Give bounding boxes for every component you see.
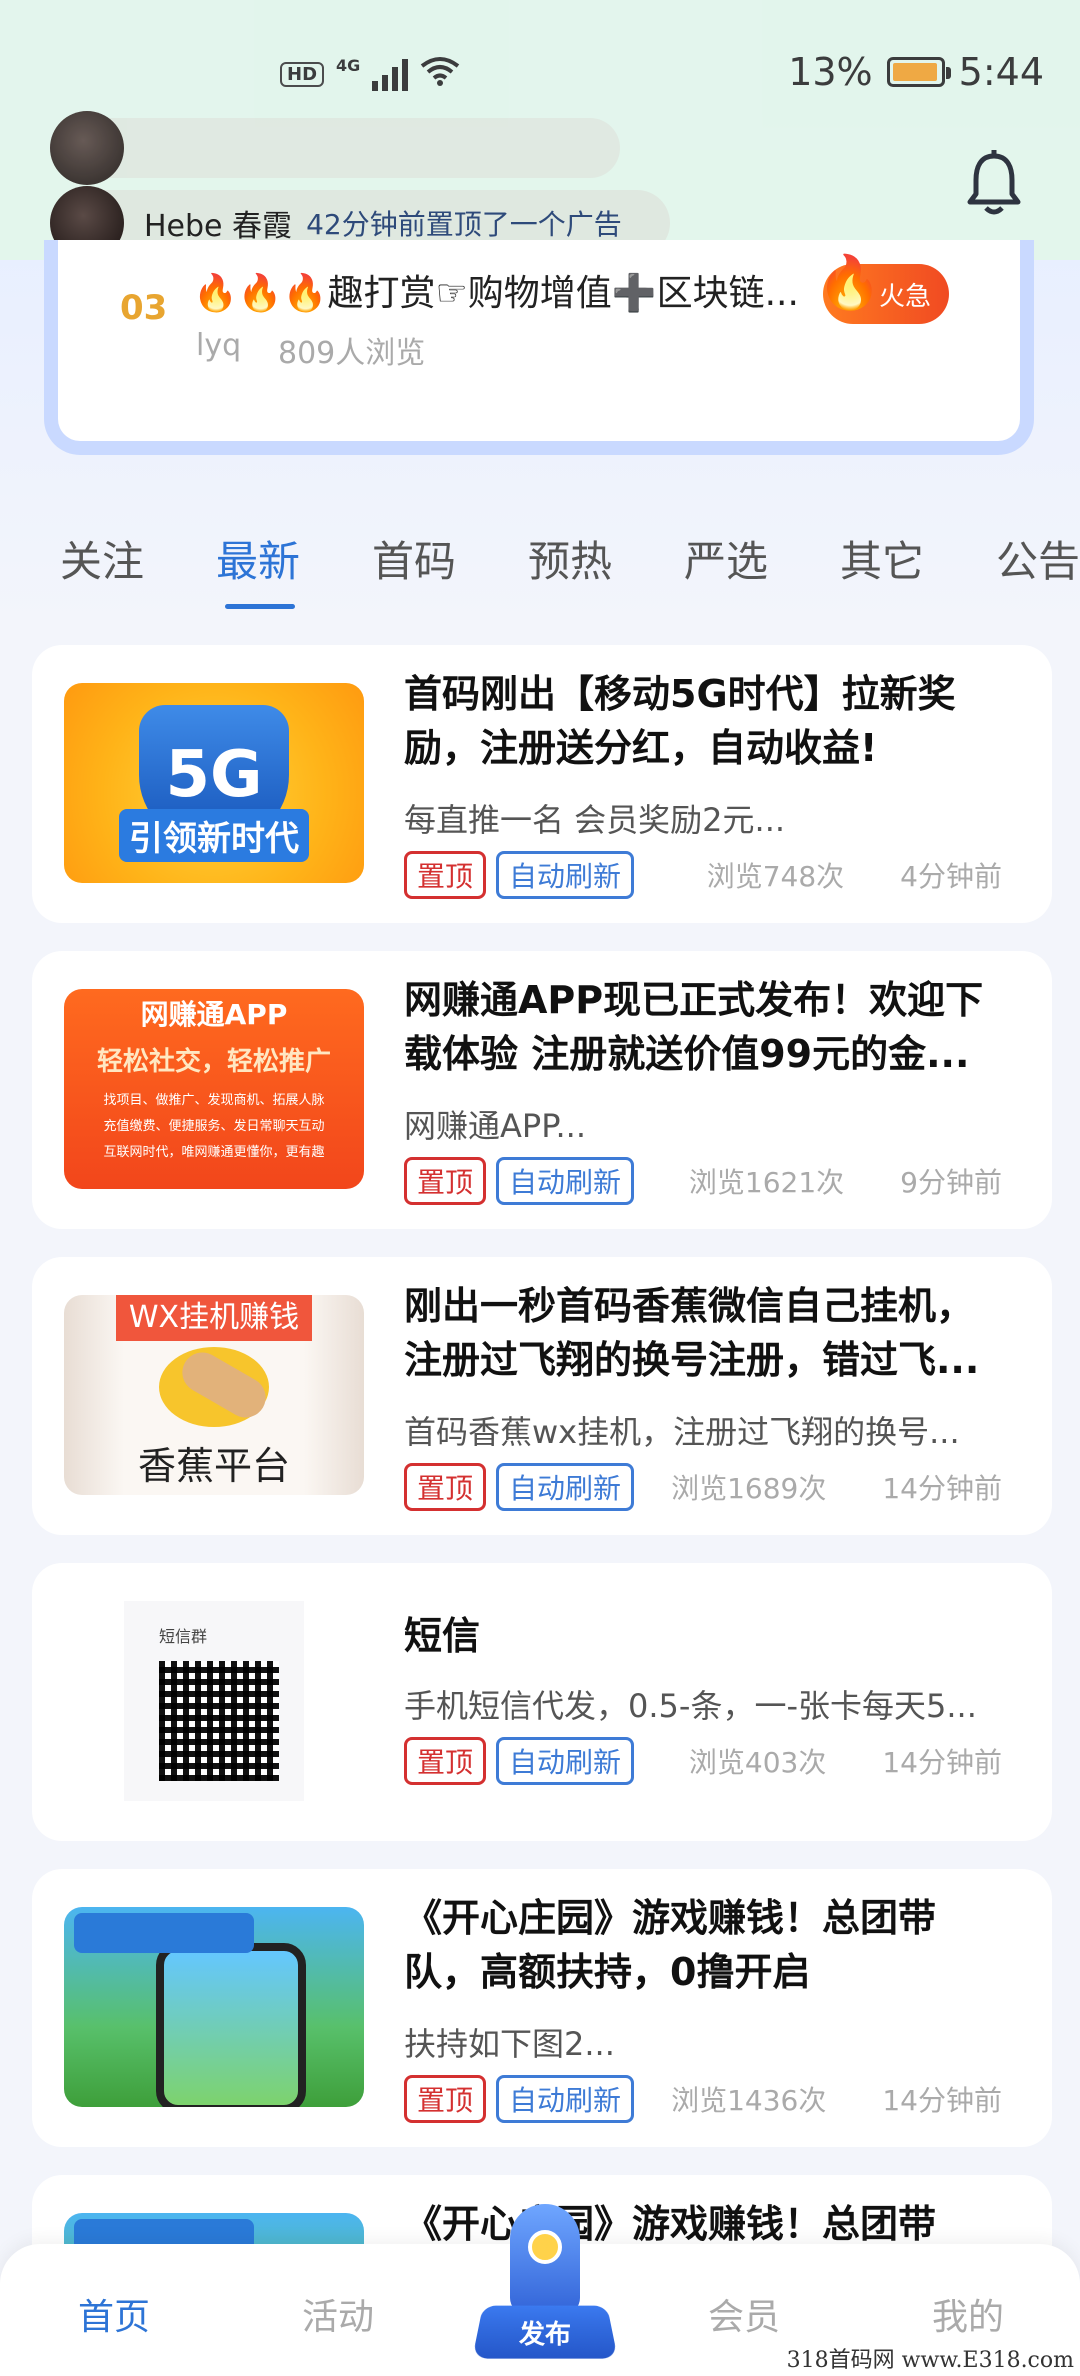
post-meta: 置顶 自动刷新 浏览1621次 9分钟前 (404, 1157, 1002, 1205)
post-desc: 扶持如下图2... (404, 2025, 615, 2063)
post-desc: 网赚通APP... (404, 1107, 587, 1145)
publish-button[interactable]: 发布 (470, 2204, 620, 2364)
notice-pill-faded (50, 111, 620, 185)
post-meta: 置顶 自动刷新 浏览748次 4分钟前 (404, 851, 1002, 899)
avatar (50, 111, 124, 185)
thumbnail-banner: WX挂机赚钱 (116, 1295, 312, 1341)
post-time: 14分钟前 (882, 2084, 1002, 2117)
battery-percent: 13% (788, 50, 873, 94)
hot-views: 809人浏览 (278, 336, 426, 371)
hd-icon: HD (280, 62, 325, 87)
flame-icon: 🔥 (817, 253, 882, 313)
post-thumbnail: WX挂机赚钱 香蕉平台 (64, 1295, 364, 1495)
post-desc: 每直推一名 会员奖励2元... (404, 801, 786, 839)
post-title[interactable]: 网赚通APP现已正式发布！欢迎下载体验 注册就送价值99元的金... (404, 973, 996, 1081)
post-desc: 手机短信代发，0.5-条，一-张卡每天5... (404, 1687, 977, 1725)
post-thumbnail (64, 1907, 364, 2107)
clock: 5:44 (958, 50, 1044, 94)
post-meta: 置顶 自动刷新 浏览403次 14分钟前 (404, 1737, 1002, 1785)
post-meta: 置顶 自动刷新 浏览1689次 14分钟前 (404, 1463, 1002, 1511)
battery-icon (886, 57, 951, 87)
post-title[interactable]: 《开心庄园》游戏赚钱！总团带队，高额扶持，0撸开启 (404, 1891, 996, 1999)
post-title[interactable]: 首码刚出【移动5G时代】拉新奖励，注册送分红，自动收益! (404, 667, 996, 775)
status-left: HD 4G (280, 56, 460, 93)
tab-preheat[interactable]: 预热 (528, 528, 612, 589)
post-thumbnail: 短信群 (64, 1601, 364, 1801)
hot-author: lyq (196, 328, 242, 363)
network-label: 4G (336, 56, 361, 75)
auto-refresh-tag: 自动刷新 (496, 851, 635, 899)
pinned-tag: 置顶 (404, 851, 487, 899)
pinned-tag: 置顶 (404, 1463, 487, 1511)
tab-first-code[interactable]: 首码 (372, 528, 456, 589)
post-time: 4分钟前 (900, 860, 1002, 893)
view-count: 浏览748次 (706, 860, 845, 893)
tab-follow[interactable]: 关注 (60, 528, 144, 589)
auto-refresh-tag: 自动刷新 (496, 1157, 635, 1205)
post-desc: 首码香蕉wx挂机，注册过飞翔的换号... (404, 1413, 960, 1451)
pinned-tag: 置顶 (404, 2075, 487, 2123)
tab-other[interactable]: 其它 (840, 528, 924, 589)
thumbnail-caption: 引领新时代 (119, 808, 309, 862)
auto-refresh-tag: 自动刷新 (496, 1463, 635, 1511)
auto-refresh-tag: 自动刷新 (496, 2075, 635, 2123)
tab-selected[interactable]: 严选 (684, 528, 768, 589)
notice-message: 42分钟前置顶了一个广告 (306, 208, 622, 241)
status-right: 13% 5:44 (788, 50, 1044, 94)
nav-home[interactable]: 首页 (78, 2288, 150, 2340)
post-time: 9分钟前 (900, 1166, 1002, 1199)
post-meta: 置顶 自动刷新 浏览1436次 14分钟前 (404, 2075, 1002, 2123)
post-thumbnail: 网赚通APP 轻松社交，轻松推广 找项目、做推广、发现商机、拓展人脉 充值缴费、… (64, 989, 364, 1189)
game-banner (74, 1913, 254, 1953)
hot-rank: 03 (120, 288, 168, 328)
signal-icon (372, 58, 409, 91)
hot-badge: 🔥 火急 (817, 253, 950, 324)
thumbnail-heading: 短信群 (159, 1627, 208, 1646)
list-item[interactable]: 5G 引领新时代 首码刚出【移动5G时代】拉新奖励，注册送分红，自动收益! 每直… (32, 645, 1052, 923)
list-item[interactable]: 短信群 短信 手机短信代发，0.5-条，一-张卡每天5... 置顶 自动刷新 浏… (32, 1563, 1052, 1841)
list-item[interactable]: 《开心庄园》游戏赚钱！总团带队，高额扶持，0撸开启 扶持如下图2... 置顶 自… (32, 1869, 1052, 2147)
list-item[interactable]: WX挂机赚钱 香蕉平台 刚出一秒首码香蕉微信自己挂机，注册过飞翔的换号注册，错过… (32, 1257, 1052, 1535)
tab-indicator (225, 604, 295, 609)
post-list: 5G 引领新时代 首码刚出【移动5G时代】拉新奖励，注册送分红，自动收益! 每直… (32, 645, 1052, 2376)
thumbnail-caption: 轻松社交，轻松推广 (96, 1047, 331, 1077)
nav-mine[interactable]: 我的 (932, 2288, 1004, 2340)
thumbnail-caption: 香蕉平台 (137, 1444, 290, 1488)
pinned-tag: 置顶 (404, 1157, 487, 1205)
rocket-window (528, 2230, 562, 2264)
tab-latest[interactable]: 最新 (216, 528, 300, 589)
view-count: 浏览1436次 (671, 2084, 827, 2117)
post-time: 14分钟前 (882, 1472, 1002, 1505)
nav-activity[interactable]: 活动 (302, 2288, 374, 2340)
nav-member[interactable]: 会员 (708, 2288, 780, 2340)
hot-badge-label: 火急 (879, 281, 932, 312)
qr-code-icon (159, 1661, 279, 1781)
post-time: 14分钟前 (882, 1746, 1002, 1779)
hot-list-card[interactable]: 03 🔥🔥🔥趣打赏☞购物增值➕区块链... lyq 809人浏览 🔥 火急 (44, 240, 1034, 455)
post-title[interactable]: 刚出一秒首码香蕉微信自己挂机，注册过飞翔的换号注册，错过飞... (404, 1279, 996, 1387)
hot-title[interactable]: 🔥🔥🔥趣打赏☞购物增值➕区块链... (193, 264, 799, 316)
category-tabs: 关注 最新 首码 预热 严选 其它 公告 (0, 510, 1080, 610)
view-count: 浏览1621次 (688, 1166, 845, 1199)
bell-icon[interactable] (964, 150, 1024, 220)
thumbnail-heading: 网赚通APP (140, 998, 288, 1031)
wifi-icon (420, 56, 460, 93)
auto-refresh-tag: 自动刷新 (496, 1737, 635, 1785)
tab-announcement[interactable]: 公告 (996, 528, 1080, 589)
publish-label: 发布 (518, 2320, 571, 2350)
list-item[interactable]: 网赚通APP 轻松社交，轻松推广 找项目、做推广、发现商机、拓展人脉 充值缴费、… (32, 951, 1052, 1229)
phone-illustration (156, 1943, 306, 2107)
watermark: 318首码网 www.E318.com (786, 2348, 1074, 2373)
notice-name: Hebe 春霞 (144, 209, 293, 244)
view-count: 浏览1689次 (671, 1472, 827, 1505)
thumbnail-lines: 找项目、做推广、发现商机、拓展人脉 充值缴费、便捷服务、发日常聊天互动 互联网时… (103, 1093, 325, 1160)
pinned-tag: 置顶 (404, 1737, 487, 1785)
post-thumbnail: 5G 引领新时代 (64, 683, 364, 883)
post-title[interactable]: 短信 (404, 1609, 996, 1663)
view-count: 浏览403次 (688, 1746, 827, 1779)
